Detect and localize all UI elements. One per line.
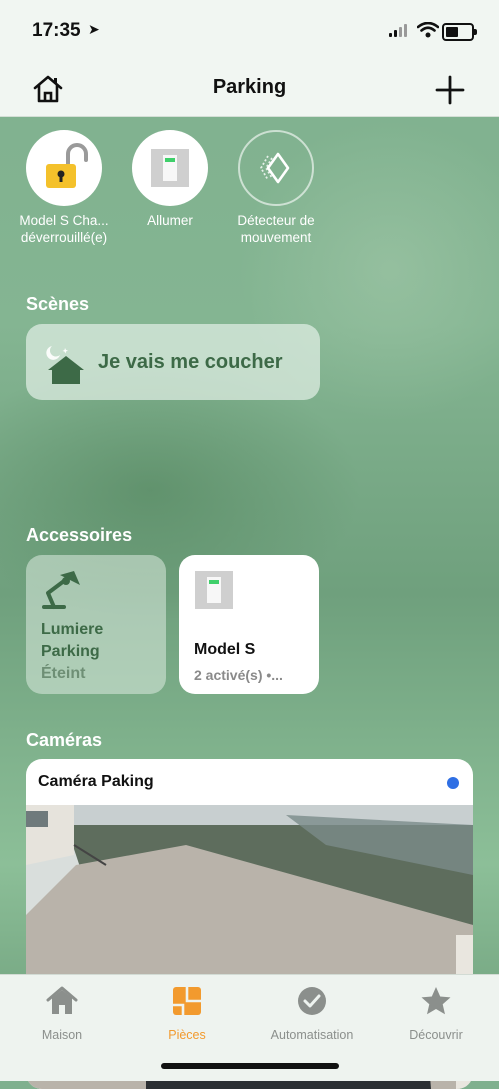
camera-name: Caméra Paking (38, 773, 154, 790)
tab-pieces[interactable]: Pièces (132, 985, 242, 1042)
tab-pieces-label: Pièces (168, 1028, 206, 1042)
allumer-label: Allumer (147, 213, 193, 228)
model-s-tile[interactable]: Model S 2 activé(s) •... (179, 555, 319, 694)
lumiere-parking-name: Lumiere Parking (41, 621, 104, 660)
motion-sensor-icon (259, 152, 290, 184)
tab-maison[interactable]: Maison (7, 985, 117, 1042)
model-s-state: 2 activé(s) •... (194, 667, 283, 683)
battery-icon (442, 23, 477, 41)
star-icon (421, 987, 451, 1015)
status-bar: 17:35 ➤ (0, 0, 499, 62)
accessories-heading: Accessoires (26, 525, 133, 545)
unlocked-padlock-icon (46, 143, 88, 188)
model-s-lock-tile[interactable] (26, 130, 102, 206)
rooms-icon (173, 987, 201, 1015)
tab-automatisation[interactable]: Automatisation (256, 985, 368, 1042)
house-icon (46, 986, 78, 1014)
model-s-name: Model S (194, 641, 256, 658)
motion-sensor-label: Détecteur de mouvement (237, 213, 315, 245)
tab-decouvrir[interactable]: Découvrir (381, 985, 491, 1042)
model-s-lock-label: Model S Cha... déverrouillé(e) (19, 213, 109, 245)
cellular-signal-icon (389, 24, 407, 37)
tab-maison-label: Maison (41, 1028, 83, 1042)
status-time: 17:35 (32, 20, 81, 41)
allumer-tile[interactable] (132, 130, 208, 206)
switch-icon (151, 149, 189, 187)
add-icon[interactable] (434, 74, 466, 106)
desk-lamp-icon (42, 571, 80, 609)
tab-automatisation-label: Automatisation (270, 1028, 354, 1042)
wifi-icon (417, 22, 439, 38)
location-arrow-icon: ➤ (88, 21, 100, 37)
scenes-heading: Scènes (26, 294, 90, 314)
camera-status-dot (447, 777, 459, 789)
nav-bar: Parking (0, 62, 499, 117)
night-house-icon (46, 346, 84, 384)
lumiere-parking-state: Éteint (41, 665, 86, 682)
home-indicator[interactable] (161, 1063, 339, 1069)
switch-icon (195, 571, 233, 609)
tab-decouvrir-label: Découvrir (409, 1028, 463, 1042)
cameras-heading: Caméras (26, 730, 103, 750)
scene-label: Je vais me coucher (98, 351, 283, 373)
page-title: Parking (212, 76, 287, 98)
scene-tile[interactable]: Je vais me coucher (26, 324, 320, 400)
clock-check-icon (298, 987, 326, 1015)
motion-sensor-tile[interactable] (238, 130, 314, 206)
lumiere-parking-tile[interactable]: Lumiere Parking Éteint (26, 555, 166, 694)
